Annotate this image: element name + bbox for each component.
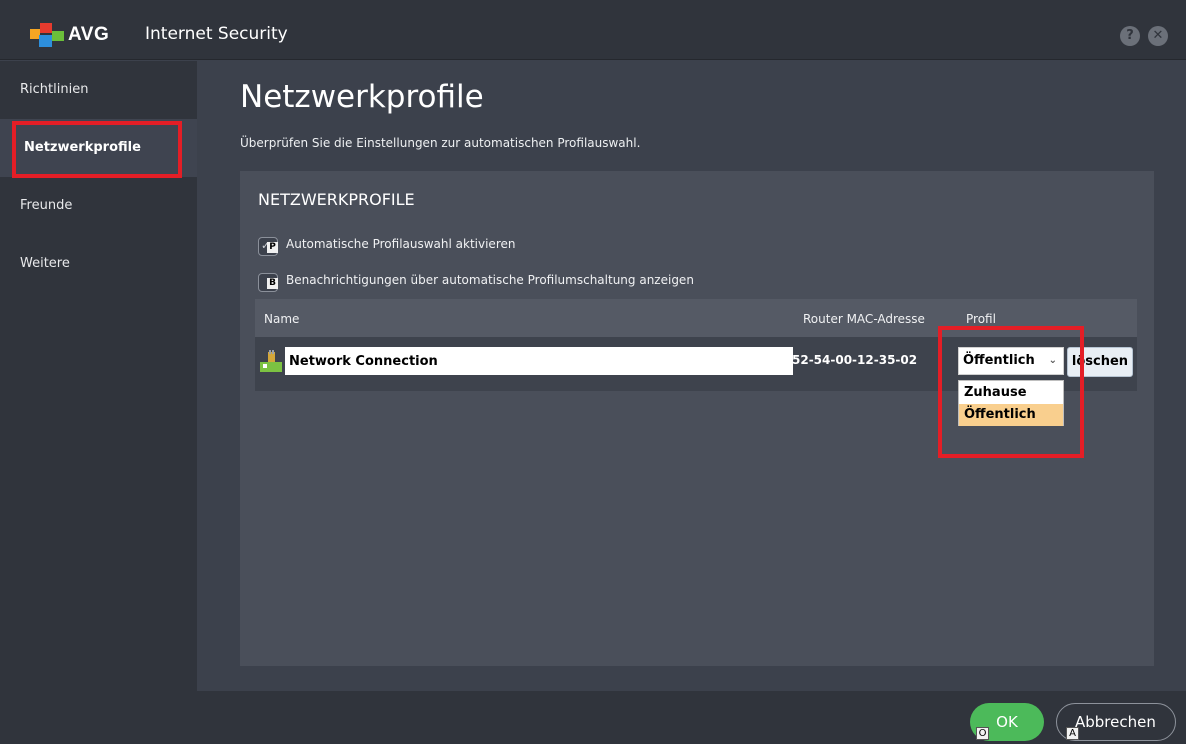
close-button[interactable]: ✕ <box>1148 26 1168 46</box>
app-title: Internet Security <box>145 24 288 44</box>
logo-text: AVG <box>68 24 110 45</box>
profile-highlight-box <box>938 326 1084 458</box>
connection-name-input[interactable] <box>285 347 793 375</box>
help-button[interactable]: ? <box>1120 26 1140 46</box>
cancel-label: Abbrechen <box>1075 713 1156 731</box>
column-header-name: Name <box>264 312 300 326</box>
column-header-profile: Profil <box>966 312 996 326</box>
avg-logo: AVG <box>30 23 112 47</box>
shortcut-key-badge: B <box>267 278 278 289</box>
column-header-mac: Router MAC-Adresse <box>803 312 925 326</box>
notifications-label: Benachrichtigungen über automatische Pro… <box>286 273 694 287</box>
avg-logo-icon <box>30 23 64 47</box>
network-plug-icon <box>260 350 282 372</box>
page-description: Überprüfen Sie die Einstellungen zur aut… <box>240 136 641 150</box>
panel-title: NETZWERKPROFILE <box>258 190 415 209</box>
close-icon: ✕ <box>1152 28 1164 43</box>
page-title: Netzwerkprofile <box>240 79 484 115</box>
ok-label: OK <box>996 713 1018 731</box>
ok-shortcut-badge: O <box>976 727 989 740</box>
title-bar: AVG Internet Security ? ✕ <box>0 0 1186 60</box>
shortcut-key-badge: P <box>267 242 278 253</box>
cancel-shortcut-badge: A <box>1066 727 1079 740</box>
sidebar-highlight-box <box>12 121 182 178</box>
help-icon: ? <box>1126 28 1134 43</box>
router-mac-address: 52-54-00-12-35-02 <box>792 353 918 367</box>
sidebar-item-richtlinien[interactable]: Richtlinien <box>0 61 197 119</box>
sidebar-item-weitere[interactable]: Weitere <box>0 235 197 293</box>
sidebar-item-freunde[interactable]: Freunde <box>0 177 197 235</box>
auto-profile-label: Automatische Profilauswahl aktivieren <box>286 237 516 251</box>
